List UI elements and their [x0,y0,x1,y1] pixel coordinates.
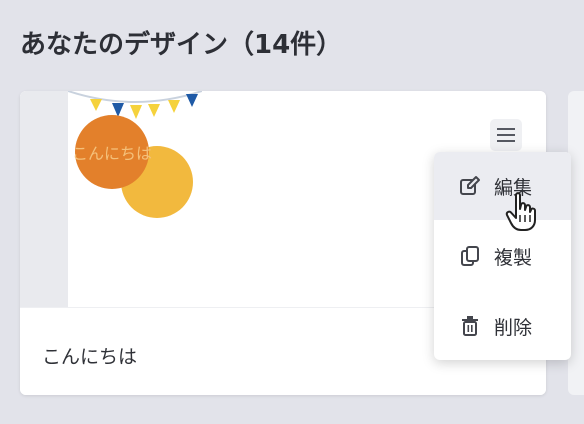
menu-item-label: 削除 [494,316,533,339]
hamburger-menu-icon [497,128,515,142]
menu-item-delete[interactable]: 削除 [434,292,571,360]
design-name[interactable]: こんにちは [42,342,137,369]
menu-item-edit[interactable]: 編集 [434,152,571,220]
menu-item-label: 複製 [494,246,533,269]
thumbnail-image: こんにちは [68,91,202,227]
thumbnail-background-strip [20,91,68,307]
page-title: あなたのデザイン（14件） [20,30,343,60]
duplicate-icon [458,244,482,268]
edit-icon [458,174,482,198]
design-menu-button[interactable] [490,119,522,151]
trash-icon [458,314,482,338]
context-menu: 編集 複製 削除 [434,152,571,360]
thumbnail-text: こんにちは [72,144,152,163]
menu-item-duplicate[interactable]: 複製 [434,222,571,290]
menu-item-label: 編集 [494,176,533,199]
